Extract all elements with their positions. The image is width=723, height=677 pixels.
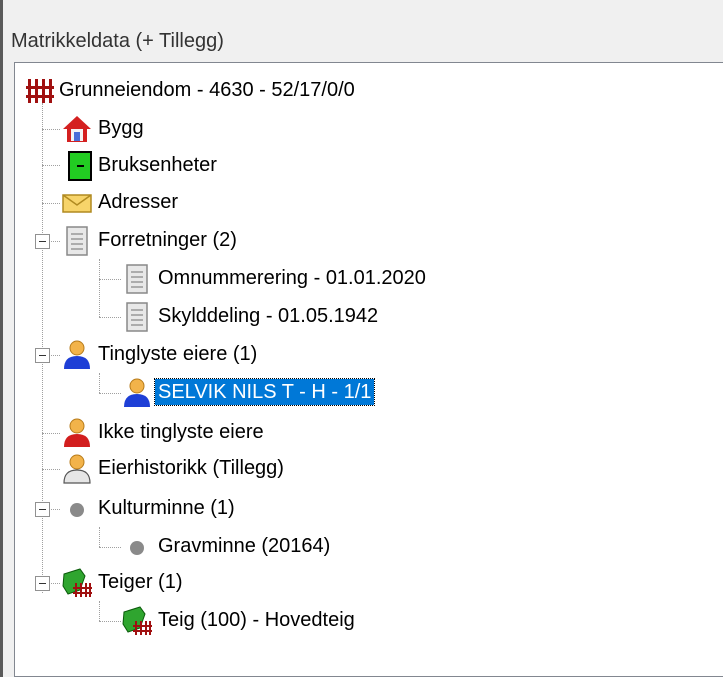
tree-node-label: Eierhistorikk (Tillegg) [98, 457, 284, 479]
tree-node-forretninger[interactable]: Forretninger (2) [15, 223, 415, 259]
unit-icon [66, 151, 96, 181]
tree-node-kulturminne[interactable]: Kulturminne (1) [15, 491, 415, 527]
tree-node-label: Teiger (1) [98, 571, 183, 593]
tree-node-label: Adresser [98, 191, 179, 213]
tree-node-label: Forretninger (2) [98, 229, 237, 251]
tree-node-ikke-tinglyste[interactable]: Ikke tinglyste eiere [15, 415, 415, 451]
tree-node-skylddeling[interactable]: Skylddeling - 01.05.1942 [15, 299, 575, 335]
document-icon [122, 302, 152, 332]
tree-node-selvik[interactable]: SELVIK NILS T - H - 1/1 [15, 375, 575, 411]
tree-node-label: SELVIK NILS T - H - 1/1 [153, 378, 376, 406]
person-blue-icon [62, 340, 92, 370]
person-grey-icon [62, 454, 92, 484]
parcel-icon [122, 606, 152, 636]
envelope-icon [62, 188, 92, 218]
tree-node-label: Bygg [98, 117, 144, 139]
tree-node-grunneiendom[interactable]: Grunneiendom - 4630 - 52/17/0/0 [15, 73, 535, 109]
tree-node-label: Tinglyste eiere (1) [98, 343, 258, 365]
house-icon [62, 114, 92, 144]
panel-header: Matrikkeldata (+ Tillegg) [3, 0, 723, 60]
grey-dot-icon [122, 532, 152, 562]
tree-node-label: Ikke tinglyste eiere [98, 421, 264, 443]
tree-node-label: Teig (100) - Hovedteig [158, 609, 355, 631]
document-icon [62, 226, 92, 256]
grey-dot-icon [62, 494, 92, 524]
parcel-icon [62, 568, 92, 598]
tree-node-label: Skylddeling - 01.05.1942 [158, 305, 379, 327]
tree-node-eierhistorikk[interactable]: Eierhistorikk (Tillegg) [15, 451, 415, 487]
person-red-icon [62, 418, 92, 448]
tree-node-teig-hovedteig[interactable]: Teig (100) - Hovedteig [15, 603, 475, 639]
tree-node-omnummerering[interactable]: Omnummerering - 01.01.2020 [15, 261, 575, 297]
tree-node-label: Grunneiendom - 4630 - 52/17/0/0 [59, 79, 355, 101]
tree-node-label: Kulturminne (1) [98, 497, 235, 519]
tree-node-bygg[interactable]: Bygg [15, 111, 415, 147]
tree-node-tinglyste-eiere[interactable]: Tinglyste eiere (1) [15, 337, 415, 373]
tree-node-teiger[interactable]: Teiger (1) [15, 565, 415, 601]
window-edge [0, 0, 3, 677]
tree-node-label: Omnummerering - 01.01.2020 [158, 267, 426, 289]
person-blue-icon [122, 378, 152, 408]
tree-node-label: Bruksenheter [98, 154, 217, 176]
tree-node-label: Gravminne (20164) [158, 535, 331, 557]
document-icon [122, 264, 152, 294]
tree-node-adresser[interactable]: Adresser [15, 185, 415, 221]
matrikkel-tree[interactable]: Grunneiendom - 4630 - 52/17/0/0 Bygg Bru… [14, 62, 723, 677]
panel-title: Matrikkeldata (+ Tillegg) [11, 30, 224, 52]
tree-node-bruksenheter[interactable]: Bruksenheter [15, 148, 415, 184]
property-fence-icon [25, 76, 55, 106]
tree-node-gravminne[interactable]: Gravminne (20164) [15, 529, 415, 565]
